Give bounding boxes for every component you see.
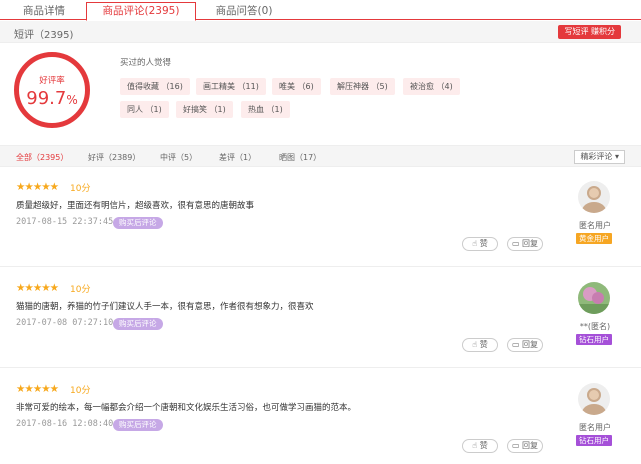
avatar[interactable]: [578, 383, 610, 415]
tab-product-reviews[interactable]: 商品评论(2395): [86, 2, 196, 21]
user-avatar-icon: [578, 383, 610, 415]
reply-button[interactable]: ▭ 回复: [507, 338, 543, 352]
review-tag[interactable]: 被治愈 （4): [403, 78, 460, 95]
review-text: 猫猫的唐朝，养猫的竹子们建议人手一本，很有意思，作者很有想象力，很喜欢: [16, 302, 314, 312]
reply-button[interactable]: ▭ 回复: [507, 439, 543, 453]
purchase-badge: 购买后评论: [113, 419, 163, 431]
purchase-badge: 购买后评论: [113, 318, 163, 330]
user-level-badge: 钻石用户: [576, 435, 612, 446]
avatar[interactable]: [578, 282, 610, 314]
review-item: ★★★★★ 10分 非常可爱的绘本，每一幅都会介绍一个唐朝和文化娱乐生活习俗，也…: [0, 369, 641, 464]
purchase-badge: 购买后评论: [113, 217, 163, 229]
review-score: 10分: [70, 285, 91, 295]
review-score: 10分: [70, 184, 91, 194]
like-button[interactable]: ☝ 赞: [462, 237, 498, 251]
user-name: 匿名用户: [579, 423, 611, 432]
comment-icon: ▭: [511, 441, 520, 450]
like-button[interactable]: ☝ 赞: [462, 338, 498, 352]
review-text: 质量超级好，里面还有明信片，超级喜欢，很有意思的唐朝故事: [16, 201, 255, 211]
avatar[interactable]: [578, 181, 610, 213]
thumbs-up-icon: ☝: [472, 441, 478, 450]
review-text: 非常可爱的绘本，每一幅都会介绍一个唐朝和文化娱乐生活习俗，也可做学习画猫的范本。: [16, 403, 357, 413]
user-avatar-icon: [578, 181, 610, 213]
filter-photos[interactable]: 晒图（17）: [279, 152, 321, 163]
user-level-badge: 黄金用户: [576, 233, 612, 244]
star-rating: ★★★★★: [16, 383, 59, 395]
review-date: 2017-08-15 22:37:45: [16, 217, 114, 227]
comment-icon: ▭: [511, 340, 520, 349]
thumbs-up-icon: ☝: [472, 340, 478, 349]
review-tag[interactable]: 值得收藏 （16): [120, 78, 190, 95]
review-tag[interactable]: 热血 （1): [241, 101, 290, 118]
write-review-button[interactable]: 写短评 赚积分: [558, 25, 621, 39]
short-review-header: 短评（2395) 写短评 赚积分: [0, 21, 641, 43]
positive-rate-circle: 好评率 99.7%: [14, 52, 90, 128]
tab-product-details[interactable]: 商品详情: [14, 3, 74, 20]
review-item: ★★★★★ 10分 猫猫的唐朝，养猫的竹子们建议人手一本，很有意思，作者很有想象…: [0, 268, 641, 368]
positive-rate-label: 好评率: [39, 76, 65, 86]
filter-positive[interactable]: 好评（2389）: [88, 152, 140, 163]
review-item: ★★★★★ 10分 质量超级好，里面还有明信片，超级喜欢，很有意思的唐朝故事 2…: [0, 167, 641, 267]
review-date: 2017-07-08 07:27:10: [16, 318, 114, 328]
filter-all[interactable]: 全部（2395）: [16, 152, 68, 163]
review-tag[interactable]: 好搞笑 （1): [176, 101, 233, 118]
reply-button[interactable]: ▭ 回复: [507, 237, 543, 251]
tags-title: 买过的人觉得: [120, 58, 172, 68]
review-tag[interactable]: 同人 （1): [120, 101, 169, 118]
like-button[interactable]: ☝ 赞: [462, 439, 498, 453]
comment-icon: ▭: [511, 239, 520, 248]
sort-dropdown[interactable]: 精彩评论 ▾: [574, 150, 625, 164]
review-tag[interactable]: 唯美 （6): [272, 78, 321, 95]
star-rating: ★★★★★: [16, 282, 59, 294]
review-score: 10分: [70, 386, 91, 396]
thumbs-up-icon: ☝: [472, 239, 478, 248]
star-rating: ★★★★★: [16, 181, 59, 193]
user-name: 匿名用户: [579, 221, 611, 230]
filter-negative[interactable]: 差评（1）: [219, 152, 256, 163]
review-tag[interactable]: 解压神器 （5): [330, 78, 395, 95]
review-tag[interactable]: 画工精美 （11): [196, 78, 266, 95]
product-tabs: 商品详情 商品评论(2395) 商品问答(0): [0, 0, 641, 21]
user-name: **(匿名): [579, 322, 611, 331]
tab-product-qa[interactable]: 商品问答(0): [204, 3, 284, 20]
short-review-title: 短评（2395): [14, 30, 74, 41]
review-date: 2017-08-16 12:08:40: [16, 419, 114, 429]
positive-rate-value: 99.7%: [26, 88, 78, 109]
review-filter-bar: 全部（2395） 好评（2389） 中评（5） 差评（1） 晒图（17） 精彩评…: [0, 145, 641, 167]
user-level-badge: 钻石用户: [576, 334, 612, 345]
user-photo-icon: [578, 282, 610, 314]
filter-neutral[interactable]: 中评（5）: [160, 152, 197, 163]
